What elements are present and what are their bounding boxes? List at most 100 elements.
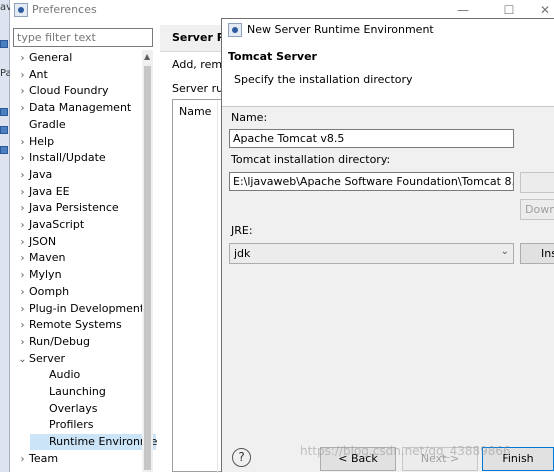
- tree-item-label: JavaScript: [29, 218, 85, 231]
- expand-right-icon[interactable]: ›: [16, 452, 29, 468]
- tree-item-label: Plug-in Development: [29, 301, 145, 315]
- window-title: Preferences: [32, 3, 97, 16]
- edge-icon: [0, 40, 8, 48]
- dialog-titlebar[interactable]: New Server Runtime Environment: [222, 19, 554, 41]
- tree-item-label: Java EE: [29, 184, 70, 198]
- tree-item[interactable]: › Java Persistence: [16, 200, 119, 216]
- tree-item-label: Run/Debug: [29, 334, 90, 348]
- tree-item[interactable]: › Java: [16, 167, 53, 184]
- expand-right-icon[interactable]: ›: [16, 201, 29, 217]
- tree-item-label: General: [29, 51, 73, 64]
- install-dir-field[interactable]: E:\ljavaweb\Apache Software Foundation\T…: [229, 172, 514, 191]
- tree-item-label: Remote Systems: [29, 318, 122, 332]
- download-button[interactable]: Downlo: [520, 199, 554, 220]
- tree-item[interactable]: Runtime Environme: [30, 434, 157, 451]
- expand-right-icon[interactable]: ›: [16, 318, 29, 334]
- expand-right-icon[interactable]: ›: [16, 68, 29, 84]
- edge-icon: [0, 108, 8, 116]
- expand-right-icon[interactable]: ›: [16, 135, 29, 151]
- tree-item[interactable]: › Mylyn: [16, 267, 62, 283]
- expand-right-icon[interactable]: ›: [16, 335, 29, 351]
- tree-item[interactable]: Profilers: [30, 417, 93, 433]
- jre-select-value: jdk: [234, 247, 251, 260]
- tree-item[interactable]: › Install/Update: [16, 150, 106, 166]
- tree-item[interactable]: › Data Management: [16, 100, 132, 117]
- scroll-up-icon[interactable]: ▲: [144, 52, 150, 61]
- expand-right-icon[interactable]: ›: [16, 235, 29, 251]
- expand-right-icon[interactable]: ›: [16, 168, 29, 184]
- table-column-name[interactable]: Name: [179, 105, 211, 118]
- expand-right-icon[interactable]: ›: [16, 251, 29, 267]
- tree-item-label: Java: [29, 167, 53, 181]
- tree-item[interactable]: Gradle: [16, 117, 66, 133]
- installed-jres-label: Ins: [541, 247, 554, 260]
- expand-down-icon[interactable]: ⌄: [16, 352, 29, 368]
- expand-right-icon[interactable]: ›: [16, 151, 29, 167]
- maximize-button[interactable]: ☐: [486, 0, 532, 20]
- preferences-tree: › General › Ant › Cloud Foundry › Data Manageme…: [10, 50, 157, 472]
- eclipse-app-icon: [14, 3, 28, 17]
- watermark: https://blog.csdn.net/qq_43889866: [300, 444, 511, 458]
- edge-icon: [0, 146, 8, 154]
- preferences-titlebar[interactable]: Preferences — ☐ ✕: [10, 0, 554, 20]
- tree-item-label: Mylyn: [29, 268, 62, 282]
- browse-button[interactable]: [520, 172, 554, 193]
- tree-item[interactable]: › Remote Systems: [16, 317, 122, 333]
- tree-item-label: Maven: [29, 251, 66, 265]
- expand-right-icon[interactable]: ›: [16, 268, 29, 284]
- dialog-banner: Tomcat Server Specify the installation d…: [222, 41, 554, 107]
- tree-item[interactable]: › Help: [16, 134, 55, 151]
- banner-title: Tomcat Server: [228, 50, 317, 63]
- tree-item-label: Gradle: [29, 117, 66, 131]
- jre-select[interactable]: jdk ⌄: [229, 243, 514, 264]
- tree-item[interactable]: › General: [16, 50, 73, 67]
- tree-item-label: JSON: [29, 234, 57, 248]
- expand-right-icon[interactable]: ›: [16, 302, 29, 318]
- tree-item[interactable]: › Plug-in Development: [16, 301, 145, 318]
- tree-item[interactable]: › Maven: [16, 250, 66, 267]
- tree-item[interactable]: ⌄ Server: [16, 351, 65, 367]
- name-field[interactable]: Apache Tomcat v8.5: [229, 129, 514, 148]
- tree-item[interactable]: › Team: [16, 451, 59, 468]
- expand-right-icon[interactable]: ›: [16, 84, 29, 100]
- tree-scrollbar[interactable]: ▲: [142, 50, 153, 472]
- expand-right-icon[interactable]: ›: [16, 185, 29, 201]
- tree-item-label: Cloud Foundry: [29, 84, 109, 98]
- scrollbar-thumb[interactable]: [144, 66, 151, 470]
- chevron-down-icon: ⌄: [500, 246, 509, 257]
- expand-right-icon[interactable]: ›: [16, 51, 29, 67]
- new-server-runtime-dialog: New Server Runtime Environment Tomcat Se…: [221, 18, 554, 472]
- edge-icon: [0, 126, 8, 134]
- tree-item-label: Help: [29, 134, 55, 148]
- tree-item[interactable]: › Ant: [16, 67, 48, 83]
- filter-input[interactable]: type filter text: [13, 28, 153, 47]
- tree-item[interactable]: › JSON: [16, 234, 57, 251]
- tree-item-label: Audio: [49, 368, 81, 382]
- column-divider: [217, 100, 218, 473]
- banner-description: Specify the installation directory: [234, 73, 413, 86]
- tree-item[interactable]: › JavaScript: [16, 217, 85, 234]
- tree-item-label: Launching: [49, 385, 106, 398]
- download-button-label: Downlo: [525, 203, 554, 216]
- minimize-button[interactable]: —: [440, 0, 486, 20]
- tree-item-label: Data Management: [29, 101, 132, 115]
- tree-item[interactable]: › Run/Debug: [16, 334, 90, 350]
- tree-item[interactable]: › Oomph: [16, 284, 70, 301]
- expand-right-icon[interactable]: ›: [16, 218, 29, 234]
- tree-item-label: Server: [29, 351, 66, 365]
- eclipse-app-icon: [228, 23, 242, 37]
- installed-jres-button[interactable]: Ins: [520, 243, 554, 264]
- name-label: Name:: [231, 111, 268, 124]
- tree-item-label: Oomph: [29, 284, 70, 298]
- help-icon[interactable]: ?: [232, 448, 251, 467]
- close-button[interactable]: ✕: [530, 0, 554, 20]
- jre-label: JRE:: [231, 224, 253, 237]
- tree-item[interactable]: Launching: [30, 384, 106, 400]
- tree-item[interactable]: › Java EE: [16, 184, 70, 200]
- tree-item[interactable]: › Cloud Foundry: [16, 83, 109, 99]
- expand-right-icon[interactable]: ›: [16, 101, 29, 117]
- tree-item[interactable]: Audio: [30, 367, 80, 383]
- tree-item-label: Team: [29, 451, 59, 465]
- expand-right-icon[interactable]: ›: [16, 285, 29, 301]
- tree-item[interactable]: Overlays: [30, 401, 98, 417]
